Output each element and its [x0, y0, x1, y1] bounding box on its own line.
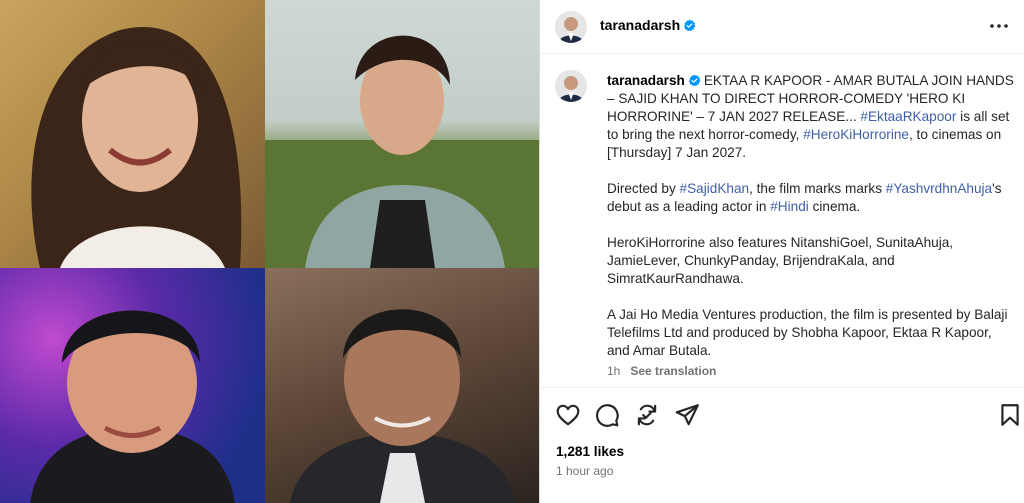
- hashtag-link[interactable]: #SajidKhan: [680, 181, 750, 196]
- hashtag-link[interactable]: #HeroKiHorrorine: [803, 127, 909, 142]
- comment-icon[interactable]: [594, 402, 620, 428]
- post-header: taranadarsh: [540, 0, 1024, 54]
- verified-badge-icon: [684, 19, 696, 32]
- photo-man-suit: [265, 268, 539, 503]
- more-options-icon[interactable]: [987, 14, 1011, 38]
- caption-paragraph-1: taranadarsh EKTAA R KAPOOR - AMAR BUTALA …: [607, 72, 1017, 162]
- post-time-short[interactable]: 1h: [607, 364, 620, 378]
- caption-text-segment: cinema.: [808, 199, 861, 214]
- verified-badge-icon: [688, 74, 701, 87]
- username-text[interactable]: taranadarsh: [600, 17, 680, 33]
- caption-text: taranadarsh EKTAA R KAPOOR - AMAR BUTALA …: [607, 72, 1017, 378]
- caption-username[interactable]: taranadarsh: [607, 73, 685, 88]
- photo-man-stage-lights: [0, 268, 265, 503]
- post-details-panel: taranadarsh taranadarsh EKTAA R KAPOOR - …: [539, 0, 1024, 503]
- hashtag-link[interactable]: #Hindi: [770, 199, 809, 214]
- avatar[interactable]: [555, 11, 587, 43]
- photo-woman-long-hair: [0, 0, 265, 268]
- hashtag-link[interactable]: #YashvrdhnAhuja: [886, 181, 992, 196]
- share-icon[interactable]: [674, 402, 700, 428]
- caption-paragraph-4: A Jai Ho Media Ventures production, the …: [607, 307, 1008, 358]
- caption-text-segment: , the film marks marks: [749, 181, 886, 196]
- post-media[interactable]: [0, 0, 539, 503]
- caption-text-segment: Directed by: [607, 181, 680, 196]
- see-translation-link[interactable]: See translation: [630, 364, 716, 378]
- hashtag-link[interactable]: #EktaaRKapoor: [860, 109, 956, 124]
- avatar[interactable]: [555, 70, 587, 102]
- likes-count[interactable]: 1,281 likes: [556, 444, 624, 459]
- photo-man-plaid-shirt: [265, 0, 539, 268]
- bookmark-icon[interactable]: [997, 402, 1023, 428]
- header-username[interactable]: taranadarsh: [600, 17, 696, 33]
- caption-paragraph-2: Directed by #SajidKhan, the film marks m…: [607, 180, 1017, 216]
- heart-icon[interactable]: [555, 402, 581, 428]
- caption-paragraph-3: HeroKiHorrorine also features NitanshiGo…: [607, 235, 954, 286]
- post-actions: 1,281 likes 1 hour ago: [540, 387, 1024, 503]
- repost-icon[interactable]: [634, 402, 660, 428]
- caption-meta: 1h See translation: [607, 364, 716, 378]
- post-timestamp[interactable]: 1 hour ago: [556, 464, 613, 478]
- post-caption: taranadarsh EKTAA R KAPOOR - AMAR BUTALA …: [540, 55, 1024, 385]
